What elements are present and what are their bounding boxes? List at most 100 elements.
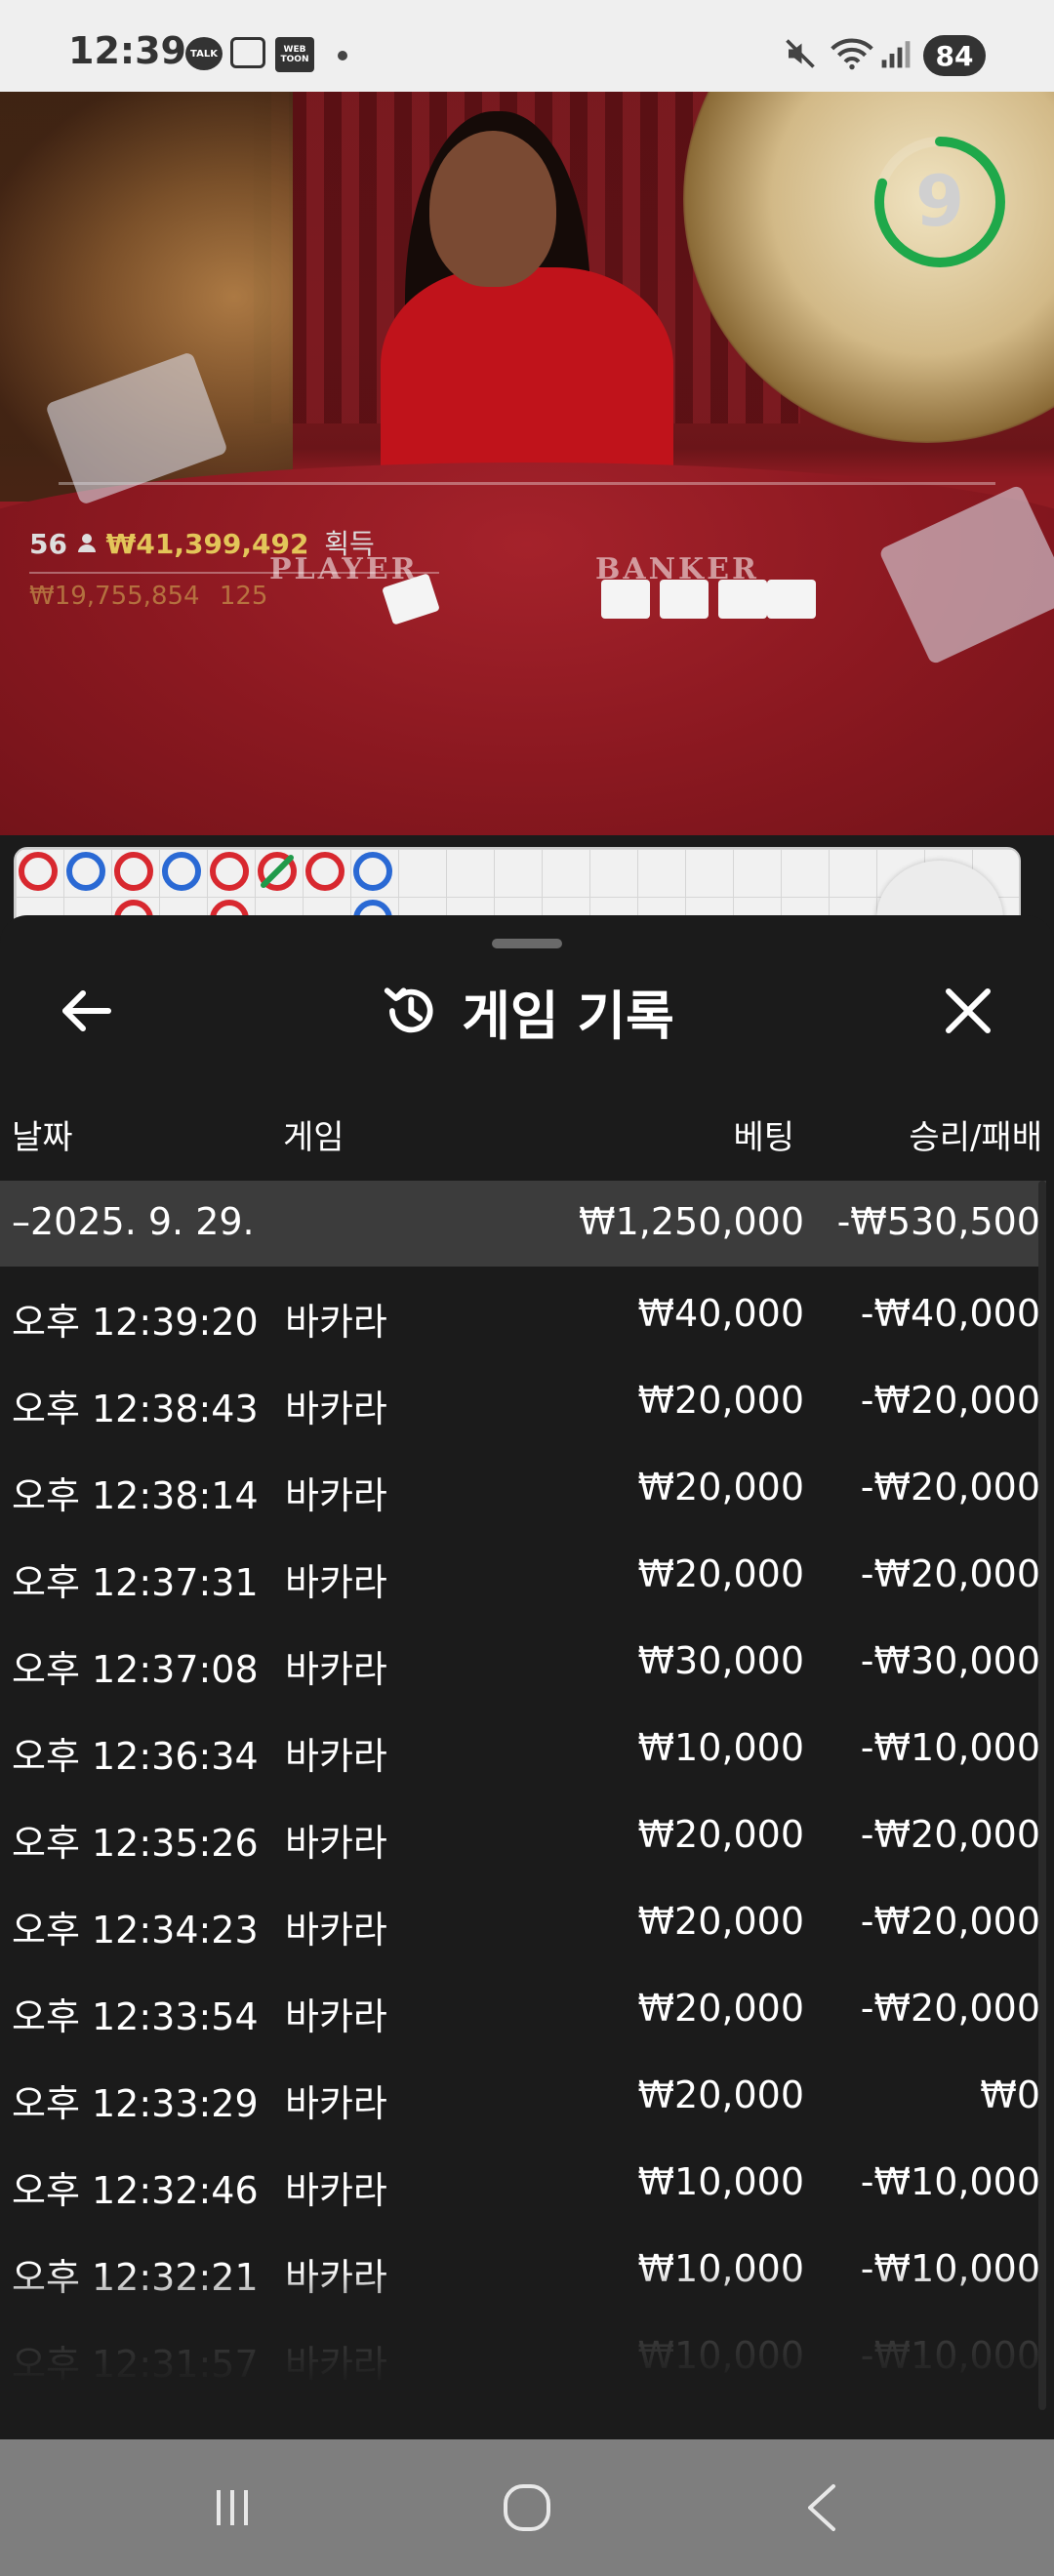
table-header: 날짜 게임 베팅 승리/패배 [0,1110,1054,1175]
row-bet: ₩20,000 [637,1900,804,1943]
date-group-header[interactable]: –2025. 9. 29. ₩1,250,000 -₩530,500 [0,1181,1046,1267]
group-date: –2025. 9. 29. [12,1200,255,1243]
row-game: 바카라 [285,1561,387,1604]
clock: 12:39 [68,29,186,72]
notification-dot-icon [338,51,347,60]
stats-divider [29,572,439,574]
row-result: -₩10,000 [860,1726,1040,1769]
bead-banker [210,852,249,891]
row-time: 오후 12:33:54 [12,1995,259,2038]
row-game: 바카라 [285,1909,387,1952]
system-back-button[interactable] [763,2469,880,2547]
scrollbar[interactable] [1038,1181,1046,2410]
history-row[interactable]: 오후 12:38:14 바카라 ₩20,000 -₩20,000 [0,1444,1046,1531]
column-header-date: 날짜 [12,1118,73,1157]
row-time: 오후 12:35:26 [12,1822,259,1865]
timer-value: 9 [914,160,965,242]
home-icon [504,2484,550,2531]
row-bet: ₩20,000 [637,1379,804,1422]
list-fade [0,2268,1054,2385]
row-bet: ₩40,000 [637,1292,804,1335]
group-total-result: -₩530,500 [836,1200,1040,1243]
row-time: 오후 12:39:20 [12,1301,259,1344]
countdown-timer: 9 [869,131,1011,273]
battery-icon: 84 [923,35,986,76]
drag-handle[interactable] [492,939,562,948]
row-result: -₩20,000 [860,1987,1040,2030]
table-line [59,482,995,485]
win-amount: ₩41,399,492 [105,528,309,560]
talk-icon: TALK [185,37,223,70]
game-history-panel: 게임 기록 날짜 게임 베팅 승리/패배 –2025. 9. 29. ₩1,25… [0,915,1054,2439]
history-row[interactable]: 오후 12:33:54 바카라 ₩20,000 -₩20,000 [0,1965,1046,2052]
person-icon [77,528,106,560]
banker-card [767,580,816,619]
row-time: 오후 12:38:43 [12,1388,259,1430]
history-row[interactable]: 오후 12:35:26 바카라 ₩20,000 -₩20,000 [0,1791,1046,1878]
history-row[interactable]: 오후 12:32:46 바카라 ₩10,000 -₩10,000 [0,2139,1046,2226]
row-bet: ₩20,000 [637,1552,804,1595]
row-bet: ₩30,000 [637,1639,804,1682]
history-row[interactable]: 오후 12:36:34 바카라 ₩10,000 -₩10,000 [0,1705,1046,1791]
gallery-icon [230,37,265,68]
signal-icon [878,37,913,70]
group-total-bet: ₩1,250,000 [579,1200,804,1243]
history-icon [385,987,433,1033]
players-count: 56 [29,528,67,560]
bet-stats: ₩19,755,854 125 [29,582,267,611]
column-header-game: 게임 [283,1118,345,1157]
row-result: -₩20,000 [860,1466,1040,1509]
history-list[interactable]: 오후 12:39:20 바카라 ₩40,000 -₩40,000 오후 12:38:43… [0,1270,1046,2386]
row-result: -₩30,000 [860,1639,1040,1682]
row-game: 바카라 [285,1995,387,2038]
row-time: 오후 12:37:31 [12,1561,259,1604]
row-result: -₩20,000 [860,1900,1040,1943]
history-row[interactable]: 오후 12:37:08 바카라 ₩30,000 -₩30,000 [0,1618,1046,1705]
row-game: 바카라 [285,1474,387,1517]
navigation-bar [0,2439,1054,2576]
bead-tie-marker [258,852,297,891]
row-bet: ₩20,000 [637,1466,804,1509]
row-game: 바카라 [285,1388,387,1430]
row-bet: ₩10,000 [637,2160,804,2203]
mute-icon [783,37,818,70]
row-time: 오후 12:32:46 [12,2169,259,2212]
recent-apps-icon [217,2490,248,2525]
row-game: 바카라 [285,1301,387,1344]
webtoon-icon: WEB TOON [275,37,314,72]
round-stats: 56 ₩41,399,492 획득 [29,523,375,562]
row-game: 바카라 [285,2082,387,2125]
row-bet: ₩20,000 [637,1987,804,2030]
history-row[interactable]: 오후 12:34:23 바카라 ₩20,000 -₩20,000 [0,1878,1046,1965]
dealer-head [429,131,556,287]
home-button[interactable] [468,2469,586,2547]
row-result: -₩20,000 [860,1379,1040,1422]
wifi-icon [830,37,874,70]
row-time: 오후 12:33:29 [12,2082,259,2125]
bead-player [353,852,392,891]
column-header-result: 승리/패배 [909,1118,1042,1157]
back-icon [808,2484,835,2531]
row-result: -₩20,000 [860,1552,1040,1595]
history-row[interactable]: 오후 12:33:29 바카라 ₩20,000 ₩0 [0,2052,1046,2139]
recent-apps-button[interactable] [174,2469,291,2547]
history-row[interactable]: 오후 12:38:43 바카라 ₩20,000 -₩20,000 [0,1357,1046,1444]
row-game: 바카라 [285,1822,387,1865]
banker-card [601,580,650,619]
row-time: 오후 12:36:34 [12,1735,259,1778]
row-game: 바카라 [285,1648,387,1691]
row-result: -₩10,000 [860,2160,1040,2203]
row-game: 바카라 [285,2169,387,2212]
banker-card [718,580,767,619]
bead-banker [305,852,345,891]
history-row[interactable]: 오후 12:37:31 바카라 ₩20,000 -₩20,000 [0,1531,1046,1618]
row-result: -₩40,000 [860,1292,1040,1335]
column-header-bet: 베팅 [733,1118,794,1157]
row-bet: ₩20,000 [637,1813,804,1856]
history-row[interactable]: 오후 12:39:20 바카라 ₩40,000 -₩40,000 [0,1270,1046,1357]
close-button[interactable] [937,980,999,1042]
row-bet: ₩10,000 [637,1726,804,1769]
bettors-count: 125 [219,582,268,611]
status-bar: 12:39 TALK WEB TOON 84 [0,0,1054,92]
close-icon [946,988,991,1033]
